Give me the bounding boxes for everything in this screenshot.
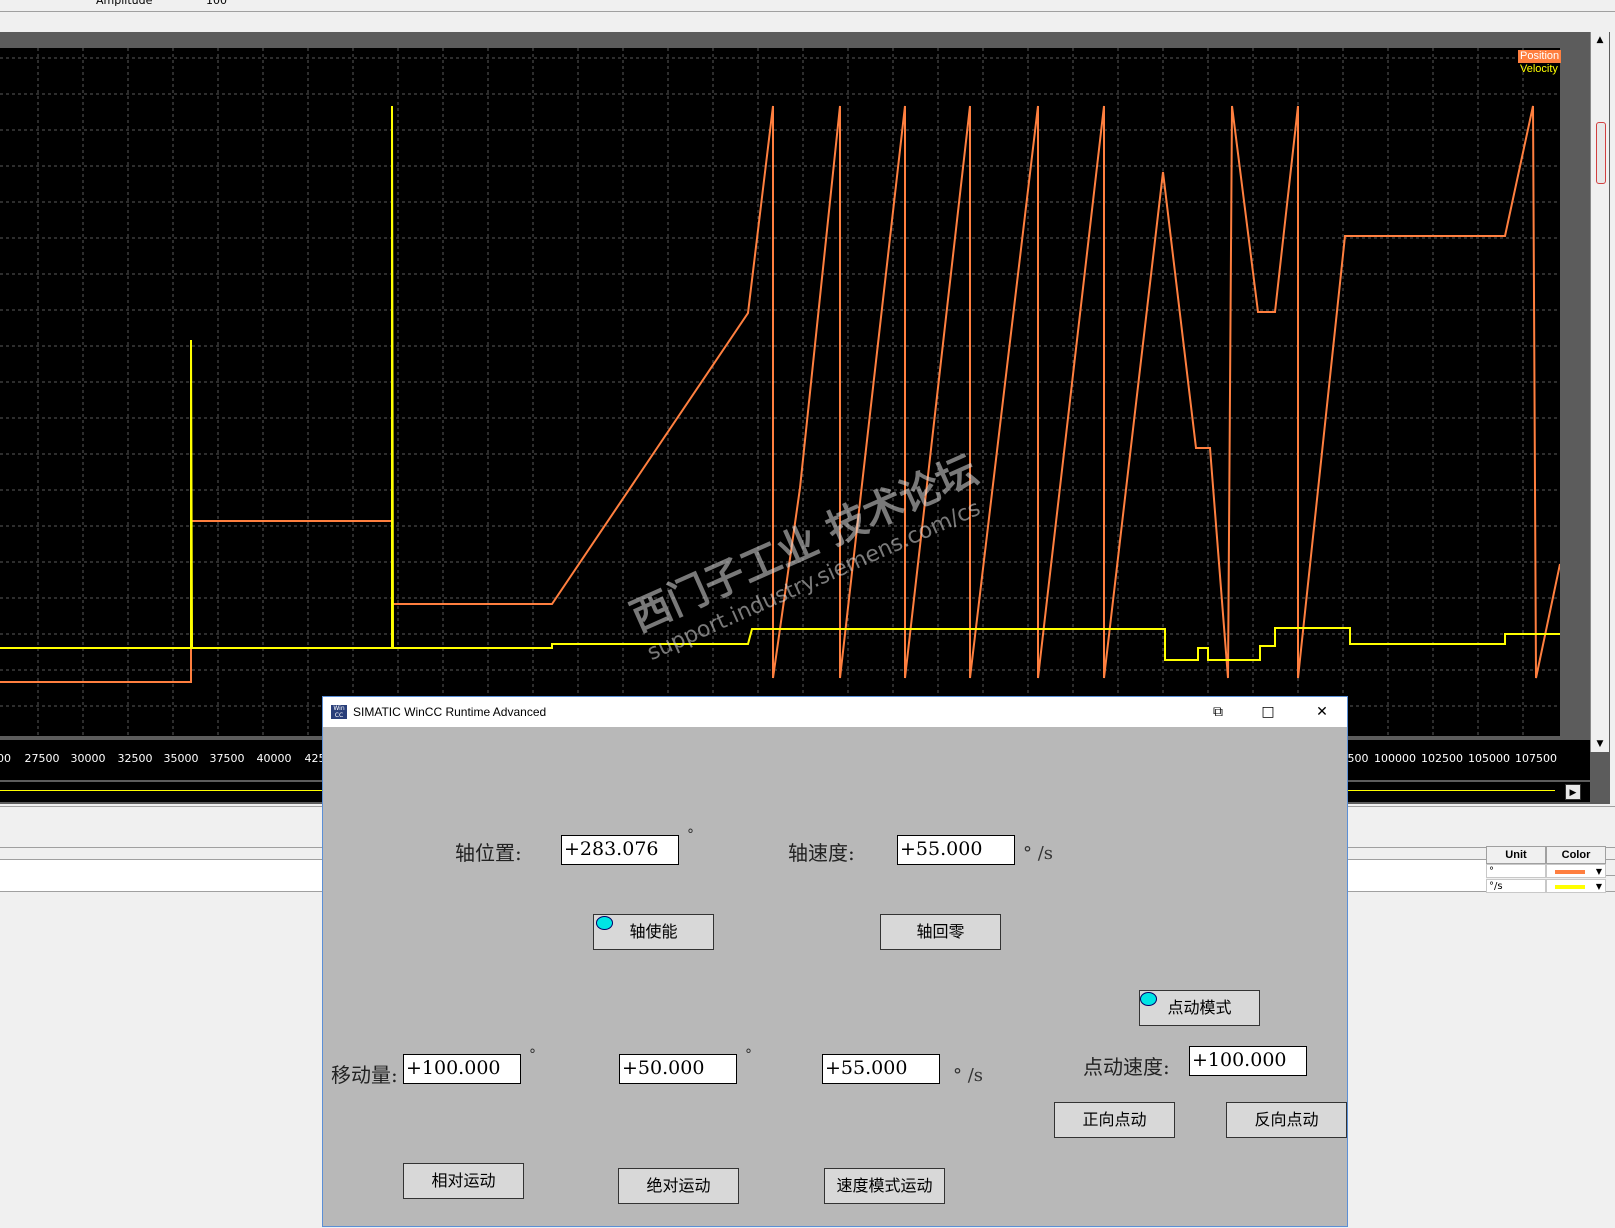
x-tick-label: 40000 xyxy=(256,752,292,765)
absolute-position-field[interactable]: +50.000 xyxy=(619,1054,737,1084)
axis-velocity-label: 轴速度: xyxy=(788,841,855,865)
x-tick-label: 37500 xyxy=(209,752,245,765)
axis-home-button[interactable]: 轴回零 xyxy=(880,914,1001,950)
amplitude-value[interactable]: 100 xyxy=(206,0,227,8)
axis-velocity-unit: ° /s xyxy=(1023,843,1054,864)
x-tick-label: 100000 xyxy=(1374,752,1416,765)
x-tick-label: 107500 xyxy=(1515,752,1557,765)
relative-distance-unit: ° xyxy=(529,1047,536,1063)
legend-velocity: Velocity xyxy=(1520,63,1558,75)
color-header: Color xyxy=(1546,846,1606,864)
absolute-position-unit: ° xyxy=(745,1047,752,1063)
color-swatch xyxy=(1555,870,1585,874)
chart-legend: Position Velocity xyxy=(1518,50,1562,76)
jog-mode-button[interactable]: 点动模式 xyxy=(1139,990,1260,1026)
unit-cell[interactable]: °/s xyxy=(1486,879,1546,893)
window-title: SIMATIC WinCC Runtime Advanced xyxy=(353,705,547,719)
scroll-up-icon[interactable]: ▲ xyxy=(1591,32,1609,48)
position-series xyxy=(0,105,1561,683)
x-tick-label: 105000 xyxy=(1468,752,1510,765)
relative-distance-field[interactable]: +100.000 xyxy=(403,1054,521,1084)
velocity-move-button[interactable]: 速度模式运动 xyxy=(824,1168,945,1204)
dropdown-icon[interactable]: ▼ xyxy=(1596,865,1602,879)
window-titlebar[interactable]: Win CC SIMATIC WinCC Runtime Advanced ⧉ □… xyxy=(323,697,1347,727)
velocity-series xyxy=(0,105,1560,661)
x-tick-label: 32500 xyxy=(117,752,153,765)
jog-forward-button[interactable]: 正向点动 xyxy=(1054,1102,1175,1138)
jog-velocity-field[interactable]: +100.000 xyxy=(1189,1046,1307,1076)
trace-plot xyxy=(0,48,1561,736)
jog-backward-button[interactable]: 反向点动 xyxy=(1226,1102,1347,1138)
x-tick-label: 30000 xyxy=(70,752,106,765)
scroll-down-icon[interactable]: ▼ xyxy=(1591,736,1609,752)
axis-position-field[interactable]: +283.076 xyxy=(561,835,679,865)
relative-move-button[interactable]: 相对运动 xyxy=(403,1163,524,1199)
axis-position-unit: ° xyxy=(687,827,694,843)
unit-header: Unit xyxy=(1486,846,1546,864)
restore-icon[interactable]: ⧉ xyxy=(1203,701,1233,723)
enable-status-led xyxy=(596,916,613,930)
absolute-move-button[interactable]: 绝对运动 xyxy=(618,1168,739,1204)
jog-mode-led xyxy=(1140,992,1157,1006)
velocity-mode-field[interactable]: +55.000 xyxy=(822,1054,940,1084)
x-tick-label: 35000 xyxy=(163,752,199,765)
wincc-window: Win CC SIMATIC WinCC Runtime Advanced ⧉ □… xyxy=(322,696,1348,1227)
top-toolbar: Amplitude 100 xyxy=(0,0,1615,12)
maximize-icon[interactable]: □ xyxy=(1253,701,1283,723)
x-tick-label: 27500 xyxy=(24,752,60,765)
color-picker[interactable]: ▼ xyxy=(1546,879,1606,893)
wincc-app-icon: Win CC xyxy=(331,705,347,719)
dropdown-icon[interactable]: ▼ xyxy=(1596,880,1602,894)
x-tick-label: 00 xyxy=(0,752,11,765)
color-swatch xyxy=(1555,885,1585,889)
legend-position: Position xyxy=(1518,50,1562,63)
vertical-scrollbar[interactable]: ▲ ▼ xyxy=(1590,32,1609,752)
axis-velocity-field[interactable]: +55.000 xyxy=(897,835,1015,865)
scroll-thumb[interactable] xyxy=(1596,122,1606,184)
move-amount-label: 移动量: xyxy=(331,1063,398,1087)
color-picker[interactable]: ▼ xyxy=(1546,864,1606,878)
amplitude-dropdown[interactable]: Amplitude xyxy=(96,0,152,8)
x-tick-label: 500 xyxy=(1347,752,1369,765)
velocity-mode-unit: ° /s xyxy=(953,1065,984,1086)
axis-enable-label: 轴使能 xyxy=(629,922,678,941)
axis-enable-button[interactable]: 轴使能 xyxy=(593,914,714,950)
close-icon[interactable]: ✕ xyxy=(1307,701,1337,723)
x-tick-label: 102500 xyxy=(1421,752,1463,765)
unit-cell[interactable]: ° xyxy=(1486,864,1546,878)
scroll-right-icon[interactable]: ▶ xyxy=(1565,784,1581,800)
jog-mode-label: 点动模式 xyxy=(1167,998,1232,1017)
axis-position-label: 轴位置: xyxy=(455,841,522,865)
jog-velocity-label: 点动速度: xyxy=(1083,1055,1170,1079)
trace-chart xyxy=(0,48,1561,736)
